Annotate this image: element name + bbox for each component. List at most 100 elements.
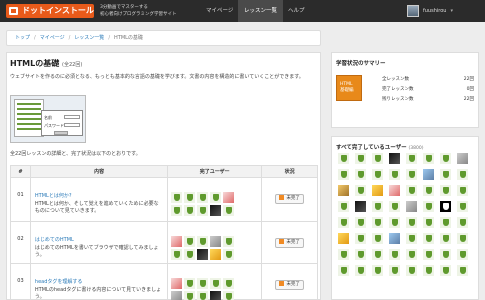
user-avatar[interactable] [171,236,183,247]
site-logo[interactable]: ドットインストール [6,4,94,18]
user-badge-icon[interactable] [355,153,366,164]
user-badge-icon[interactable] [210,192,222,203]
user-badge-icon[interactable] [440,233,451,244]
user-avatar[interactable] [223,192,235,203]
user-badge-icon[interactable] [457,217,468,228]
lesson-link[interactable]: HTMLとは何か? [35,192,163,199]
user-badge-icon[interactable] [406,217,417,228]
user-badge-icon[interactable] [338,217,349,228]
nav-lesson-list[interactable]: レッスン一覧 [238,0,284,22]
nav-mypage[interactable]: マイページ [200,0,239,22]
user-badge-icon[interactable] [372,249,383,260]
user-badge-icon[interactable] [406,169,417,180]
user-badge-icon[interactable] [338,265,349,276]
user-badge-icon[interactable] [457,249,468,260]
user-badge-icon[interactable] [457,201,468,212]
user-avatar[interactable] [210,249,222,260]
user-badge-icon[interactable] [457,265,468,276]
user-badge-icon[interactable] [372,265,383,276]
user-badge-icon[interactable] [440,169,451,180]
user-badge-icon[interactable] [355,217,366,228]
user-menu[interactable]: fuushirou ▾ [407,4,453,18]
user-badge-icon[interactable] [355,249,366,260]
nav-help[interactable]: ヘルプ [282,0,311,22]
user-badge-icon[interactable] [423,233,434,244]
user-avatar[interactable] [389,185,400,196]
user-badge-icon[interactable] [406,249,417,260]
user-badge-icon[interactable] [406,153,417,164]
user-badge-icon[interactable] [171,192,183,203]
user-avatar[interactable] [389,233,400,244]
user-badge-icon[interactable] [223,249,235,260]
user-avatar[interactable] [355,201,366,212]
user-avatar[interactable] [210,236,222,247]
user-badge-icon[interactable] [171,249,183,260]
user-badge-icon[interactable] [184,278,196,289]
user-avatar[interactable] [423,169,434,180]
user-badge-icon[interactable] [440,265,451,276]
user-badge-icon[interactable] [372,217,383,228]
user-badge-icon[interactable] [406,265,417,276]
user-avatar[interactable] [210,291,222,300]
user-badge-icon[interactable] [372,201,383,212]
user-badge-icon[interactable] [440,153,451,164]
user-badge-icon[interactable] [440,249,451,260]
user-badge-icon[interactable] [457,233,468,244]
breadcrumb-mypage[interactable]: マイページ [40,35,65,41]
breadcrumb-lesson-list[interactable]: レッスン一覧 [74,35,104,41]
user-avatar[interactable] [406,201,417,212]
user-avatar[interactable] [338,233,349,244]
user-badge-icon[interactable] [457,169,468,180]
user-badge-icon[interactable] [423,249,434,260]
user-badge-icon[interactable] [338,169,349,180]
user-badge-icon[interactable] [184,205,196,216]
user-avatar[interactable] [457,153,468,164]
user-badge-icon[interactable] [423,153,434,164]
user-badge-icon[interactable] [423,201,434,212]
user-badge-icon[interactable] [210,278,222,289]
user-badge-icon[interactable] [223,205,235,216]
breadcrumb-top[interactable]: トップ [15,35,30,41]
user-badge-icon[interactable] [197,278,209,289]
user-badge-icon[interactable] [457,185,468,196]
user-avatar[interactable] [171,278,183,289]
user-badge-icon[interactable] [355,169,366,180]
user-badge-icon[interactable] [440,217,451,228]
user-badge-icon[interactable] [184,291,196,300]
user-badge-icon[interactable] [338,249,349,260]
user-badge-icon[interactable] [197,192,209,203]
user-badge-icon[interactable] [406,185,417,196]
user-badge-icon[interactable] [197,236,209,247]
user-badge-icon[interactable] [440,201,451,212]
lesson-link[interactable]: headタグを理解する [35,278,163,285]
user-badge-icon[interactable] [355,233,366,244]
user-badge-icon[interactable] [197,291,209,300]
user-avatar[interactable] [389,153,400,164]
user-badge-icon[interactable] [338,201,349,212]
user-badge-icon[interactable] [184,249,196,260]
user-badge-icon[interactable] [423,185,434,196]
user-badge-icon[interactable] [355,265,366,276]
user-badge-icon[interactable] [389,265,400,276]
user-badge-icon[interactable] [171,205,183,216]
user-avatar[interactable] [338,185,349,196]
user-badge-icon[interactable] [440,185,451,196]
user-badge-icon[interactable] [389,201,400,212]
user-avatar[interactable] [171,291,183,300]
user-badge-icon[interactable] [338,153,349,164]
mark-complete-button[interactable]: 未完了 [275,194,304,204]
mark-complete-button[interactable]: 未完了 [275,238,304,248]
user-badge-icon[interactable] [372,169,383,180]
user-badge-icon[interactable] [184,236,196,247]
user-badge-icon[interactable] [389,217,400,228]
user-badge-icon[interactable] [389,169,400,180]
user-badge-icon[interactable] [423,265,434,276]
user-badge-icon[interactable] [372,153,383,164]
user-badge-icon[interactable] [223,291,235,300]
user-badge-icon[interactable] [389,249,400,260]
user-badge-icon[interactable] [423,217,434,228]
user-badge-icon[interactable] [372,233,383,244]
lesson-link[interactable]: はじめてのHTML [35,236,163,243]
user-badge-icon[interactable] [355,185,366,196]
user-badge-icon[interactable] [223,236,235,247]
